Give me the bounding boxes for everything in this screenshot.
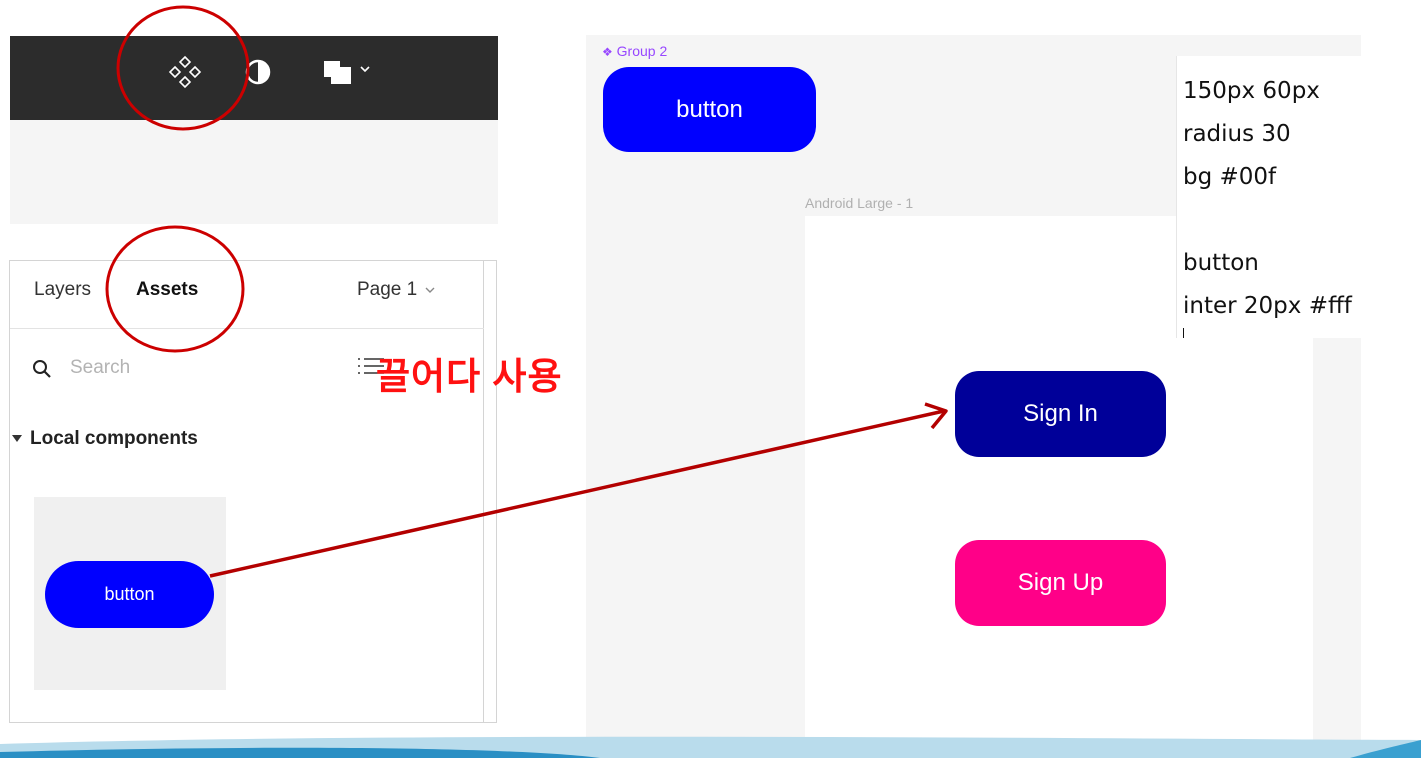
component-instance-icon: ❖ (602, 45, 613, 59)
component-button[interactable]: button (45, 561, 214, 628)
page-selector-label: Page 1 (357, 279, 418, 300)
text-caret (1183, 328, 1184, 338)
note-line: radius 30 (1183, 121, 1291, 147)
search-input[interactable] (70, 355, 290, 381)
group-label-text: Group 2 (616, 43, 668, 59)
tab-assets[interactable]: Assets (136, 279, 198, 301)
sign-up-button[interactable]: Sign Up (955, 540, 1166, 626)
section-label: Local components (30, 428, 198, 449)
note-line: inter 20px #fff (1183, 293, 1352, 319)
layers-icon[interactable] (322, 58, 356, 86)
contrast-icon[interactable] (244, 58, 272, 86)
toolbar (10, 36, 498, 120)
chevron-down-icon[interactable] (358, 62, 372, 76)
chevron-down-icon (425, 287, 435, 293)
frame-label[interactable]: Android Large - 1 (805, 195, 913, 211)
assets-panel: Layers Assets Page 1 Local components bu… (9, 260, 497, 723)
group-label[interactable]: ❖ Group 2 (602, 43, 667, 59)
divider (10, 328, 484, 329)
note-line (1183, 199, 1420, 242)
tab-layers[interactable]: Layers (34, 279, 91, 301)
local-components-header[interactable]: Local components (12, 428, 198, 450)
panel-scrollbar[interactable] (483, 261, 484, 722)
annotation-label: 끌어다 사용 (376, 356, 563, 397)
page-selector[interactable]: Page 1 (357, 279, 437, 301)
caret-down-icon (12, 435, 22, 443)
note-line: bg #00f (1183, 164, 1277, 190)
sign-in-button[interactable]: Sign In (955, 371, 1166, 457)
note-box[interactable]: 150px 60px radius 30 bg #00f button inte… (1176, 56, 1420, 338)
note-line: 150px 60px (1183, 78, 1320, 104)
group-button[interactable]: button (603, 67, 816, 152)
search-icon (33, 360, 51, 378)
note-line: button (1183, 250, 1259, 276)
toolbar-options-area (10, 120, 498, 224)
components-icon[interactable] (167, 54, 203, 90)
component-thumbnail[interactable]: button (34, 497, 226, 690)
